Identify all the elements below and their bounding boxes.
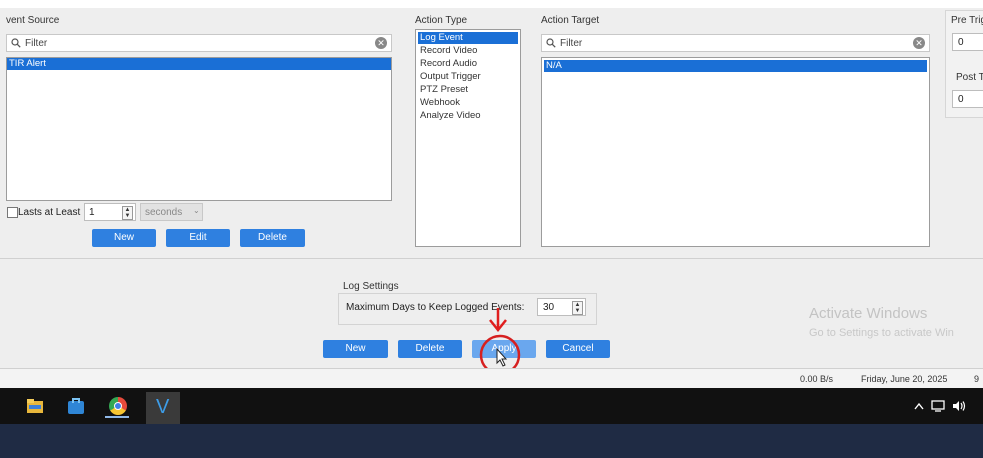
v-app-icon[interactable]: V xyxy=(146,392,180,424)
chevron-up-icon[interactable] xyxy=(914,402,924,410)
lasts-checkbox[interactable] xyxy=(7,207,18,218)
activate-windows-title: Activate Windows xyxy=(809,305,928,322)
event-edit-button[interactable]: Edit xyxy=(166,229,230,247)
search-icon xyxy=(546,38,556,48)
filter-placeholder: Filter xyxy=(25,37,48,49)
event-source-list[interactable]: TIR Alert xyxy=(6,57,392,201)
network-icon[interactable] xyxy=(931,400,945,412)
delete-button[interactable]: Delete xyxy=(398,340,462,358)
action-type-item[interactable]: Record Audio xyxy=(418,57,518,70)
stepper-arrows[interactable]: ▲ ▼ xyxy=(572,301,583,315)
event-source-label: vent Source xyxy=(6,15,60,26)
clear-filter-icon[interactable]: ✕ xyxy=(375,37,387,49)
post-trigger-value: 0 xyxy=(958,94,964,105)
file-explorer-icon[interactable] xyxy=(27,399,43,413)
active-app-indicator xyxy=(105,416,129,418)
status-bar: 0.00 B/s Friday, June 20, 2025 9 xyxy=(0,368,983,389)
list-item-selected[interactable]: TIR Alert xyxy=(7,58,391,70)
stepper-arrows[interactable]: ▲ ▼ xyxy=(122,206,133,220)
status-date: Friday, June 20, 2025 xyxy=(861,374,948,384)
activate-windows-subtitle: Go to Settings to activate Win xyxy=(809,327,954,339)
action-type-item[interactable]: Webhook xyxy=(418,96,518,109)
transfer-rate: 0.00 B/s xyxy=(800,374,834,384)
lasts-label: Lasts at Least xyxy=(18,207,81,218)
duration-unit-value: seconds xyxy=(145,207,183,218)
tray-clock[interactable] xyxy=(974,396,980,416)
event-delete-button[interactable]: Delete xyxy=(240,229,305,247)
section-divider xyxy=(0,258,983,259)
action-type-item[interactable]: Log Event xyxy=(418,32,518,44)
search-icon xyxy=(11,38,21,48)
action-type-item[interactable]: Record Video xyxy=(418,44,518,57)
action-type-item[interactable]: Output Trigger xyxy=(418,70,518,83)
action-type-item[interactable]: Analyze Video xyxy=(418,109,518,122)
log-settings-title: Log Settings xyxy=(343,281,399,292)
duration-unit-select[interactable]: seconds ⌄ xyxy=(140,203,203,221)
event-new-button[interactable]: New xyxy=(92,229,156,247)
annotation-overlay xyxy=(479,308,521,376)
list-item-selected[interactable]: N/A xyxy=(544,60,927,72)
red-arrow-icon xyxy=(489,308,507,333)
clear-filter-icon[interactable]: ✕ xyxy=(913,37,925,49)
event-source-filter[interactable]: Filter ✕ xyxy=(6,34,392,52)
lasts-stepper[interactable]: 1 ▲ ▼ xyxy=(84,203,136,221)
status-time: 9 xyxy=(974,374,980,384)
max-days-stepper[interactable]: 30 ▲ ▼ xyxy=(537,298,586,316)
action-type-list[interactable]: Log Event Record Video Record Audio Outp… xyxy=(415,29,521,247)
max-days-value: 30 xyxy=(543,302,555,313)
cursor-icon xyxy=(496,347,508,367)
pre-trigger-label: Pre Trig xyxy=(951,15,983,26)
lasts-value: 1 xyxy=(89,207,95,218)
post-trigger-label: Post Tr xyxy=(956,72,983,83)
taskbar: V xyxy=(0,388,983,424)
chevron-down-icon: ⌄ xyxy=(193,206,200,215)
filter-placeholder: Filter xyxy=(560,37,583,49)
desktop-background xyxy=(0,424,983,458)
cancel-button[interactable]: Cancel xyxy=(546,340,610,358)
pre-trigger-field[interactable]: 0 xyxy=(952,33,983,51)
post-trigger-field[interactable]: 0 xyxy=(952,90,983,108)
pre-trigger-value: 0 xyxy=(958,37,964,48)
store-icon[interactable] xyxy=(67,398,85,414)
new-button[interactable]: New xyxy=(323,340,388,358)
action-target-label: Action Target xyxy=(541,15,600,26)
action-target-list[interactable]: N/A xyxy=(541,57,930,247)
chrome-icon[interactable] xyxy=(109,397,127,415)
action-target-filter[interactable]: Filter ✕ xyxy=(541,34,930,52)
volume-icon[interactable] xyxy=(952,400,966,412)
action-type-item[interactable]: PTZ Preset xyxy=(418,83,518,96)
action-type-label: Action Type xyxy=(415,15,468,26)
